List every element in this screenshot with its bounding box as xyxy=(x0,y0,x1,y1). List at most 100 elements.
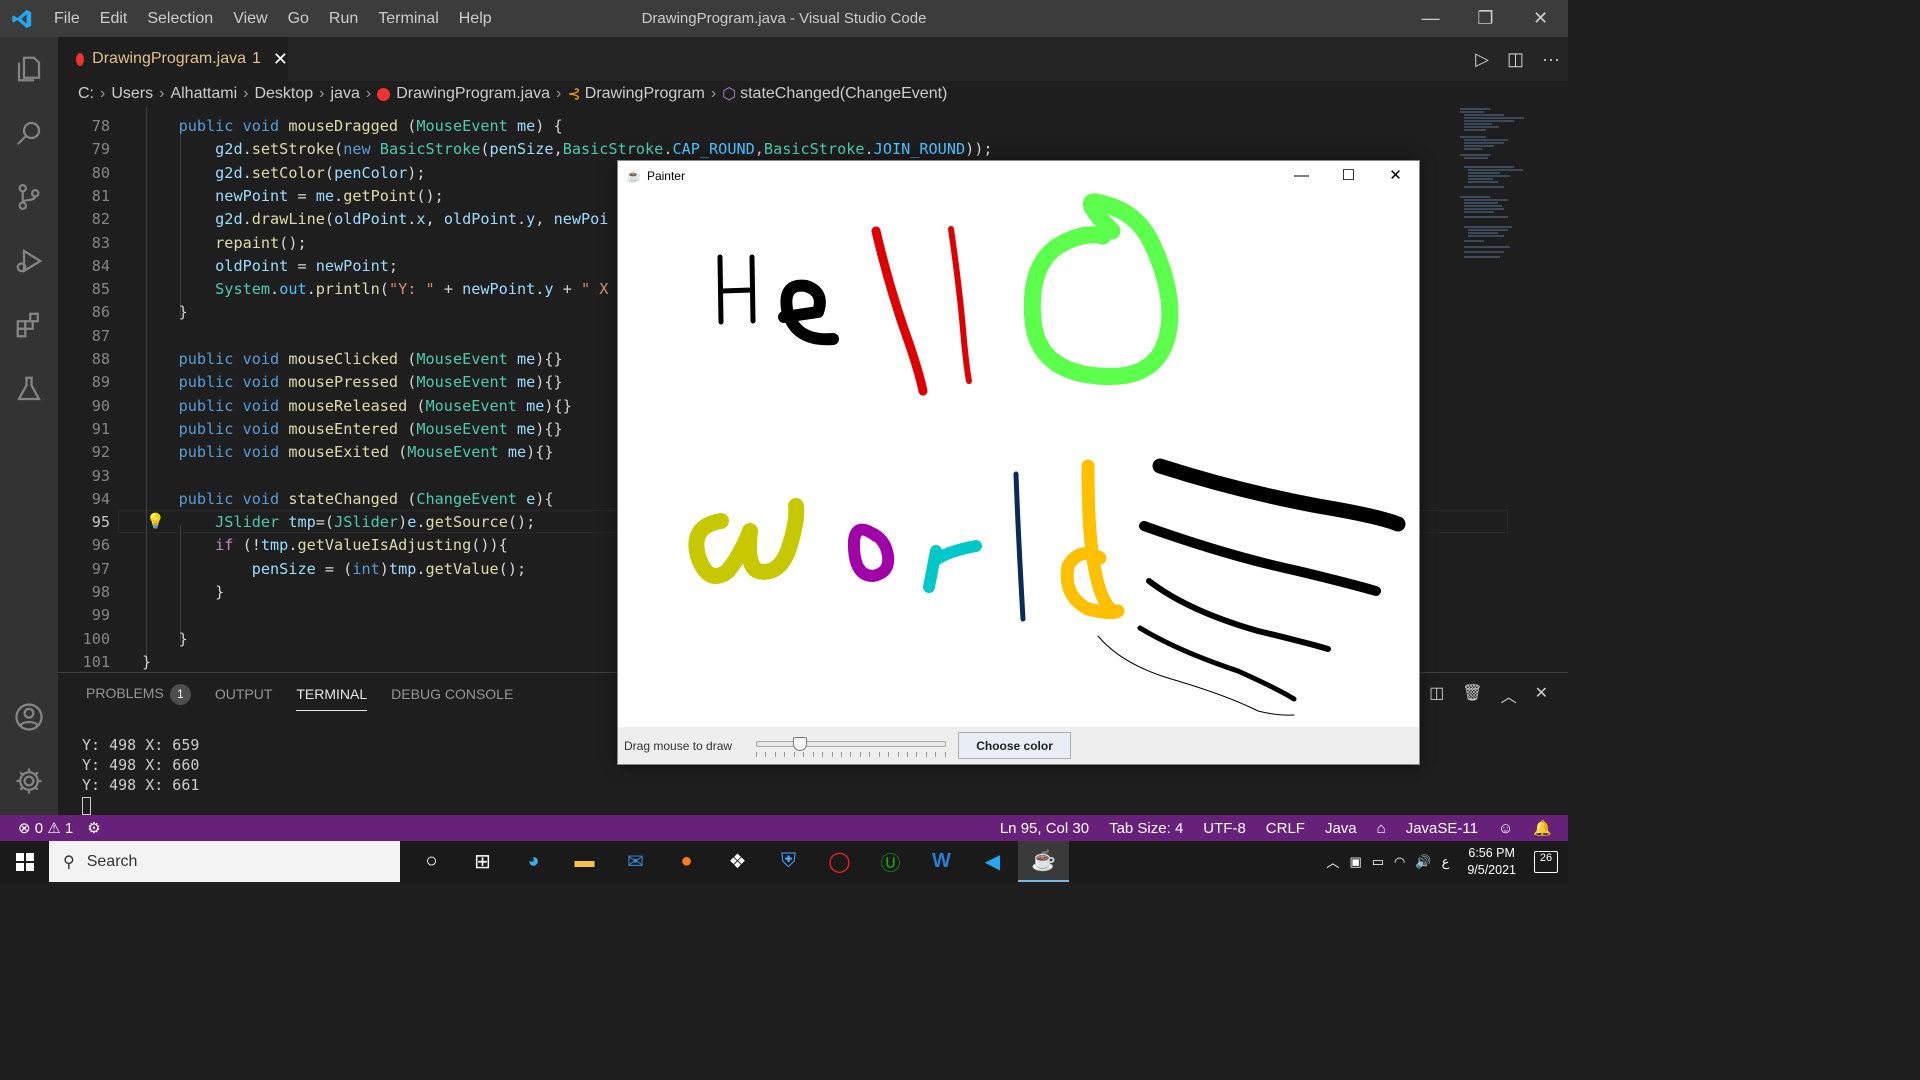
java-painter-taskbar-icon[interactable]: ☕ xyxy=(1018,841,1069,882)
breadcrumb-drive[interactable]: C: xyxy=(78,85,94,103)
taskbar-search[interactable]: ⚲ Search xyxy=(49,841,400,882)
split-editor-icon[interactable]: ◫ xyxy=(1507,49,1524,70)
code-text: System.out.println("Y: " + newPoint.y + … xyxy=(215,280,609,299)
tab-problems[interactable]: PROBLEMS 1 xyxy=(86,683,191,705)
terminal-output[interactable]: Y: 498 X: 659 Y: 498 X: 660 Y: 498 X: 661 xyxy=(82,735,199,815)
source-control-icon[interactable] xyxy=(0,165,58,229)
menu-file[interactable]: File xyxy=(44,0,90,37)
line-number: 99 xyxy=(91,606,110,625)
line-number: 101 xyxy=(82,652,110,671)
notification-center-icon[interactable]: 26 xyxy=(1534,850,1558,873)
settings-gear-icon[interactable] xyxy=(0,749,58,813)
tab-debug-console[interactable]: DEBUG CONSOLE xyxy=(391,686,513,702)
close-panel-icon[interactable]: ✕ xyxy=(1535,683,1548,707)
tab-size[interactable]: Tab Size: 4 xyxy=(1109,820,1183,837)
explorer-icon[interactable] xyxy=(0,37,58,101)
code-text: } xyxy=(142,652,152,671)
menu-go[interactable]: Go xyxy=(278,0,319,37)
bell-icon[interactable]: 🔔 xyxy=(1533,819,1552,837)
trash-icon[interactable]: 🗑 xyxy=(1462,683,1482,707)
remote-icon[interactable]: ⚙ xyxy=(87,819,100,837)
tab-drawingprogram[interactable]: DrawingProgram.java 1 ✕ xyxy=(58,37,288,81)
lightbulb-icon[interactable]: 💡 xyxy=(146,512,165,530)
drawing-canvas[interactable] xyxy=(618,191,1419,727)
breadcrumb-java[interactable]: java xyxy=(331,85,360,103)
pen-size-slider[interactable] xyxy=(756,731,947,761)
code-text: newPoint = me.getPoint(); xyxy=(215,186,444,205)
menu-selection[interactable]: Selection xyxy=(137,0,223,37)
word-icon[interactable]: W xyxy=(916,841,967,882)
painter-toolbar: Drag mouse to draw Choose color xyxy=(618,727,1419,764)
edge-icon[interactable]: ◕ xyxy=(508,841,559,882)
close-icon[interactable]: ✕ xyxy=(1513,0,1568,37)
line-number: 93 xyxy=(91,466,110,485)
volume-icon[interactable]: 🔊 xyxy=(1415,854,1431,870)
language-mode[interactable]: Java xyxy=(1325,820,1357,837)
breadcrumb-method[interactable]: stateChanged(ChangeEvent) xyxy=(740,85,947,103)
breadcrumb-file[interactable]: DrawingProgram.java xyxy=(396,85,550,103)
java-status-icon[interactable]: ⌂ xyxy=(1377,820,1386,837)
extensions-icon[interactable] xyxy=(0,293,58,357)
wifi-icon[interactable]: ◠ xyxy=(1394,854,1405,870)
menu-terminal[interactable]: Terminal xyxy=(368,0,448,37)
close-icon[interactable]: ✕ xyxy=(1372,161,1419,191)
problems-status[interactable]: ⊗ 0 ⚠ 1 xyxy=(18,819,73,837)
title-bar: File Edit Selection View Go Run Terminal Help D… xyxy=(0,0,1568,37)
breadcrumb-users[interactable]: Users xyxy=(111,85,153,103)
run-debug-icon[interactable] xyxy=(0,229,58,293)
more-actions-icon[interactable]: ··· xyxy=(1542,49,1560,70)
minimize-icon[interactable]: — xyxy=(1403,0,1458,37)
windows-start-icon[interactable] xyxy=(0,841,49,882)
task-view-icon[interactable]: ⊞ xyxy=(457,841,508,882)
tab-output[interactable]: OUTPUT xyxy=(215,686,273,702)
firefox-icon[interactable]: ● xyxy=(661,841,712,882)
line-number: 84 xyxy=(91,256,110,275)
clock[interactable]: 6:56 PM 9/5/2021 xyxy=(1467,845,1516,879)
security-icon[interactable]: ⛨ xyxy=(763,841,814,882)
vscode-taskbar-icon[interactable]: ◀ xyxy=(967,841,1018,882)
testing-icon[interactable] xyxy=(0,357,58,421)
stroke-line5 xyxy=(1097,635,1295,716)
cursor-position[interactable]: Ln 95, Col 30 xyxy=(1000,820,1089,837)
restore-icon[interactable]: ❐ xyxy=(1458,0,1513,37)
run-icon[interactable]: ▷ xyxy=(1475,49,1489,70)
menu-edit[interactable]: Edit xyxy=(90,0,138,37)
chevron-up-icon[interactable]: ︿ xyxy=(1326,852,1339,871)
encoding[interactable]: UTF-8 xyxy=(1203,820,1246,837)
battery-icon[interactable]: ▭ xyxy=(1372,854,1384,870)
split-terminal-icon[interactable]: ◫ xyxy=(1429,683,1444,707)
breadcrumb-desktop[interactable]: Desktop xyxy=(254,85,313,103)
tab-terminal[interactable]: TERMINAL xyxy=(296,686,368,711)
maximize-panel-icon[interactable]: ︿ xyxy=(1501,683,1517,707)
breadcrumb-user[interactable]: Alhattami xyxy=(170,85,237,103)
stroke-line2 xyxy=(1139,521,1381,596)
java-runtime[interactable]: JavaSE-11 xyxy=(1406,820,1478,837)
line-number: 81 xyxy=(91,186,110,205)
minimap[interactable] xyxy=(1458,107,1568,267)
menu-help[interactable]: Help xyxy=(449,0,502,37)
minimize-icon[interactable]: — xyxy=(1278,161,1325,191)
panel-tabs: PROBLEMS 1 OUTPUT TERMINAL DEBUG CONSOLE xyxy=(86,673,513,715)
line-endings[interactable]: CRLF xyxy=(1266,820,1305,837)
cortana-icon[interactable]: ○ xyxy=(406,841,457,882)
choose-color-button[interactable]: Choose color xyxy=(958,732,1072,759)
maximize-icon[interactable]: ☐ xyxy=(1325,161,1372,191)
code-text: JSlider tmp=(JSlider)e.getSource(); xyxy=(215,513,536,532)
tab-close-icon[interactable]: ✕ xyxy=(273,49,288,70)
feedback-icon[interactable]: ☺ xyxy=(1498,820,1513,837)
menu-view[interactable]: View xyxy=(223,0,277,37)
line-number: 100 xyxy=(82,629,110,648)
search-icon[interactable] xyxy=(0,101,58,165)
breadcrumb-class[interactable]: DrawingProgram xyxy=(585,85,705,103)
stroke-line4 xyxy=(1137,625,1297,702)
account-icon[interactable] xyxy=(0,685,58,749)
dropbox-icon[interactable]: ❖ xyxy=(712,841,763,882)
mail-icon[interactable]: ✉ xyxy=(610,841,661,882)
opera-icon[interactable]: ◯ xyxy=(814,841,865,882)
file-explorer-icon[interactable]: ▬ xyxy=(559,841,610,882)
upwork-icon[interactable]: Ⓤ xyxy=(865,841,916,882)
meet-icon[interactable]: ▣ xyxy=(1349,854,1361,870)
menu-run[interactable]: Run xyxy=(319,0,368,37)
ime-indicator[interactable]: ع xyxy=(1442,854,1450,870)
slider-thumb[interactable] xyxy=(793,736,807,751)
